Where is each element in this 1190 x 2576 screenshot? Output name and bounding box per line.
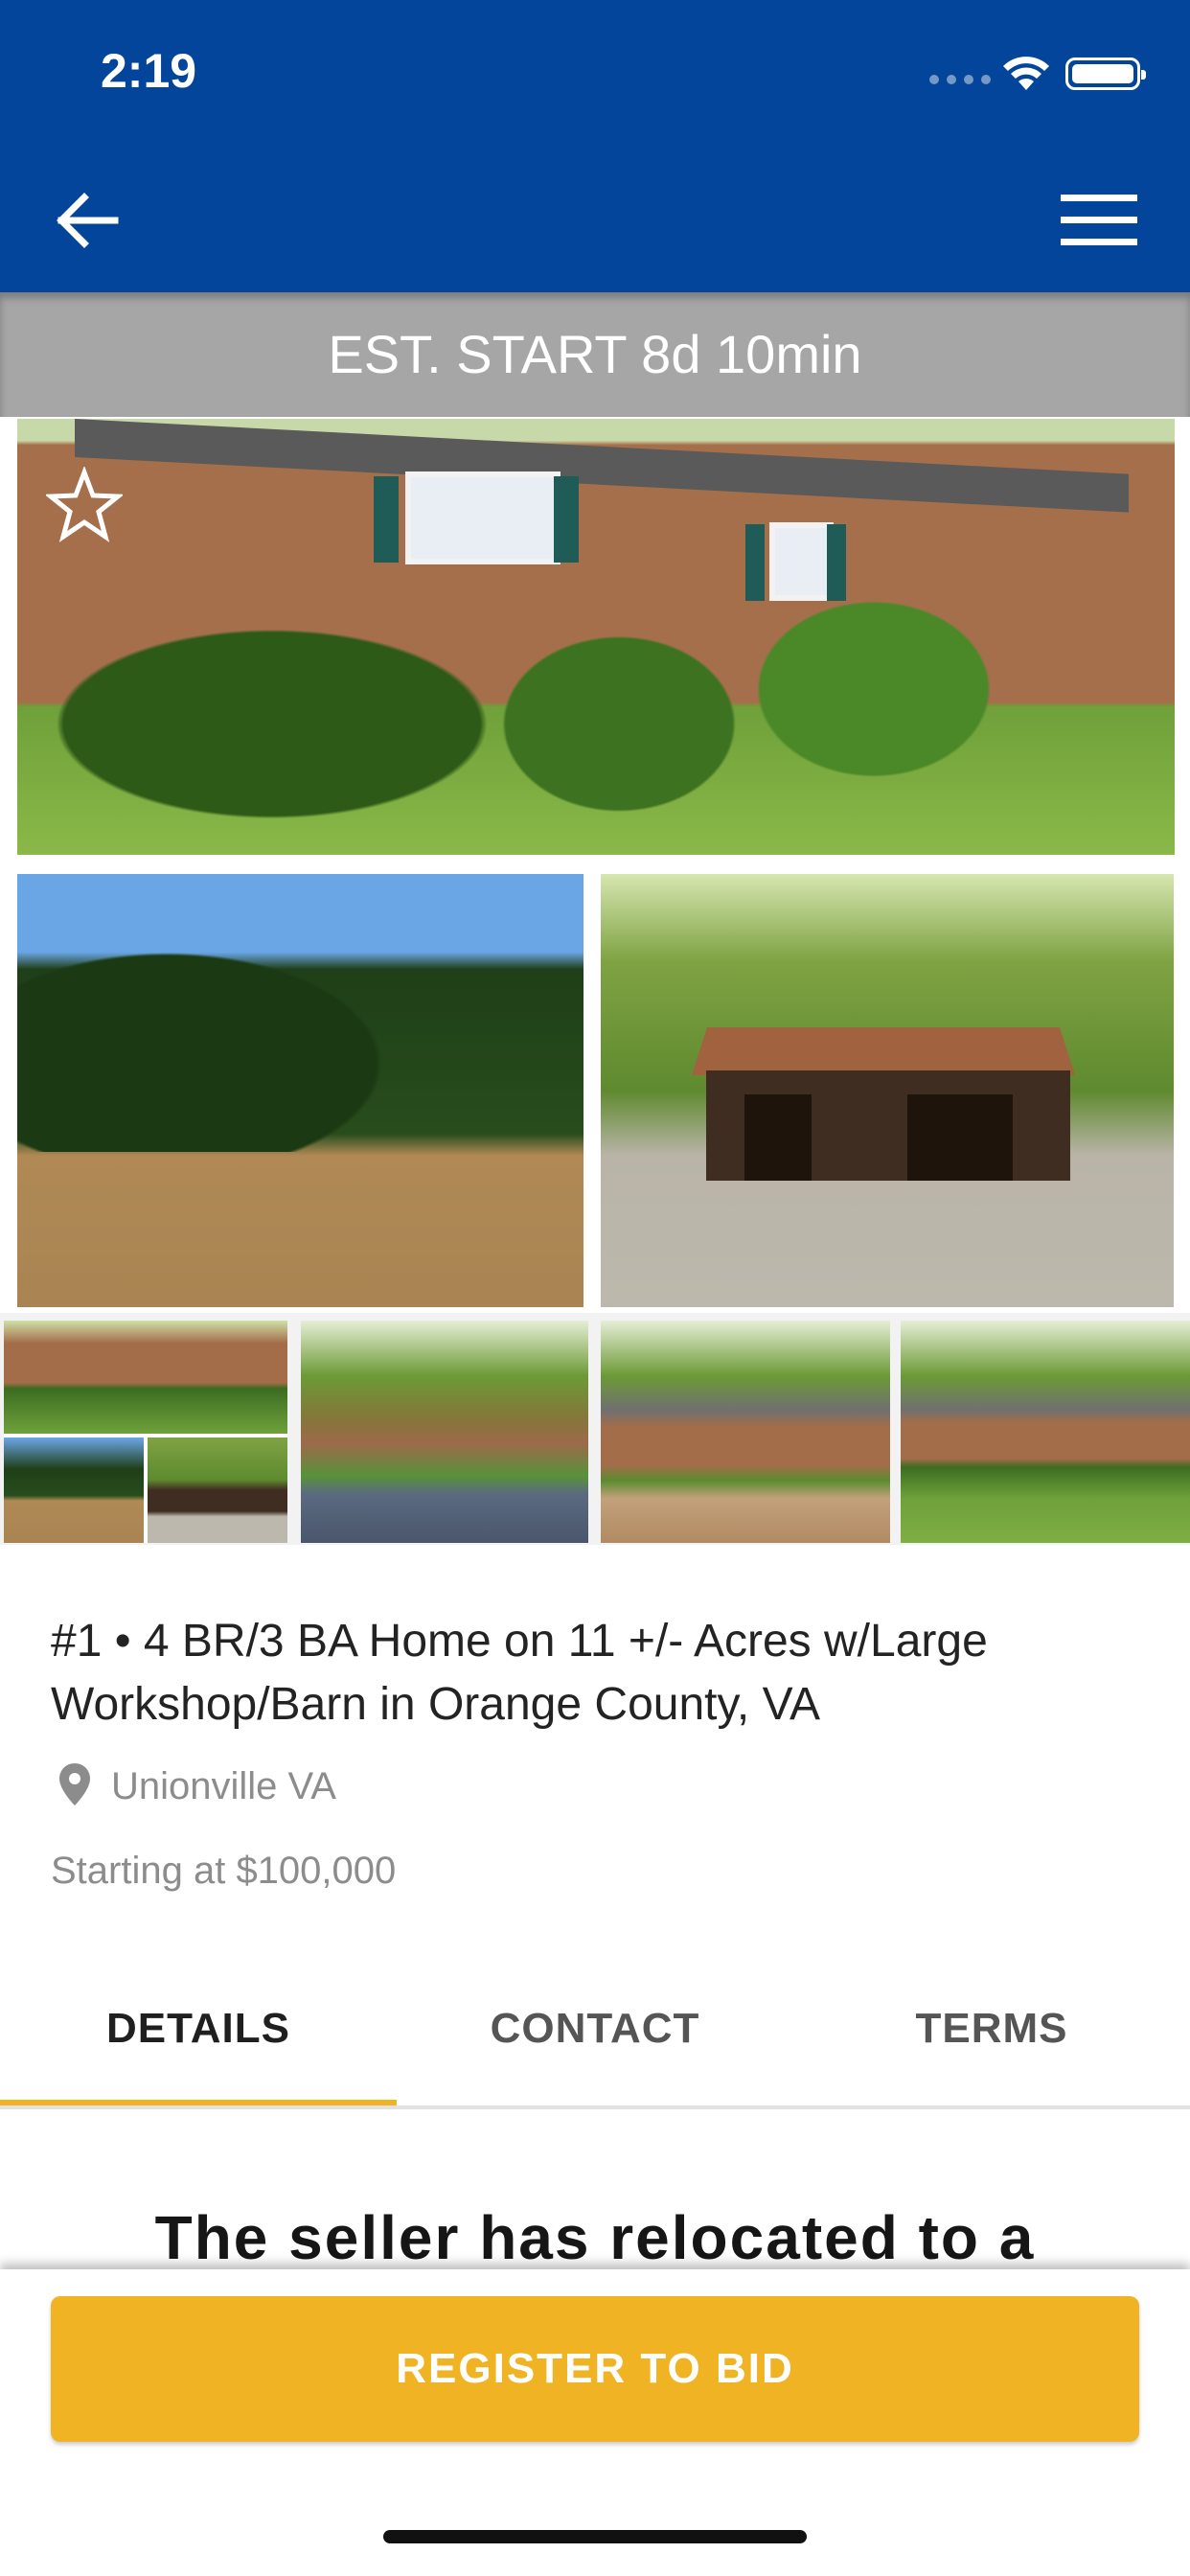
photo-window xyxy=(769,522,834,601)
barn-photo[interactable] xyxy=(601,874,1174,1307)
location-text: Unionville VA xyxy=(111,1765,336,1807)
photo-window xyxy=(405,472,561,564)
thumbnail-part xyxy=(4,1438,144,1543)
tab-details[interactable]: DETAILS xyxy=(0,1955,397,2103)
register-to-bid-button[interactable]: REGISTER TO BID xyxy=(51,2296,1139,2442)
nav-bar xyxy=(0,144,1190,292)
thumbnail-collage[interactable] xyxy=(4,1321,287,1543)
status-time: 2:19 xyxy=(101,44,197,98)
thumbnail-photo[interactable] xyxy=(901,1321,1190,1543)
home-indicator[interactable] xyxy=(383,2530,807,2543)
back-arrow-icon[interactable] xyxy=(48,182,125,259)
tab-divider xyxy=(0,2105,1190,2109)
details-text: The seller has relocated to a xyxy=(154,2203,1036,2272)
photo-shutter xyxy=(827,524,846,601)
auction-start-banner: EST. START 8d 10min xyxy=(0,292,1190,417)
wifi-icon xyxy=(1001,54,1051,97)
thumbnail-photo[interactable] xyxy=(301,1321,588,1543)
thumbnail-part xyxy=(4,1321,287,1434)
tab-terms[interactable]: TERMS xyxy=(793,1955,1190,2103)
cellular-signal-icon xyxy=(929,75,991,84)
photo-shutter xyxy=(554,476,579,563)
status-bar: 2:19 xyxy=(0,0,1190,144)
listing-title: #1 • 4 BR/3 BA Home on 11 +/- Acres w/La… xyxy=(51,1616,988,1730)
thumbnail-photo[interactable] xyxy=(601,1321,890,1543)
thumbnail-strip xyxy=(0,1313,1190,1545)
photo-treeline xyxy=(17,932,515,1152)
tab-bar: DETAILS CONTACT TERMS xyxy=(0,1955,1190,2108)
favorite-star-icon[interactable] xyxy=(44,465,125,543)
tab-contact[interactable]: CONTACT xyxy=(397,1955,793,2103)
photo-barn-door xyxy=(907,1094,1013,1181)
photo-barn-door xyxy=(744,1094,812,1181)
location-row: Unionville VA xyxy=(57,1761,336,1812)
photo-barn-roof xyxy=(692,1027,1075,1075)
photo-house-roof xyxy=(75,419,1129,513)
battery-icon xyxy=(1065,58,1146,90)
map-pin-icon xyxy=(57,1761,92,1812)
thumbnail-part xyxy=(148,1438,287,1543)
photo-shutter xyxy=(745,524,765,601)
photo-shutter xyxy=(374,476,399,563)
starting-price: Starting at $100,000 xyxy=(51,1850,397,1892)
main-photo[interactable] xyxy=(17,419,1175,855)
field-photo[interactable] xyxy=(17,874,584,1307)
hamburger-menu-icon[interactable] xyxy=(1059,187,1140,254)
